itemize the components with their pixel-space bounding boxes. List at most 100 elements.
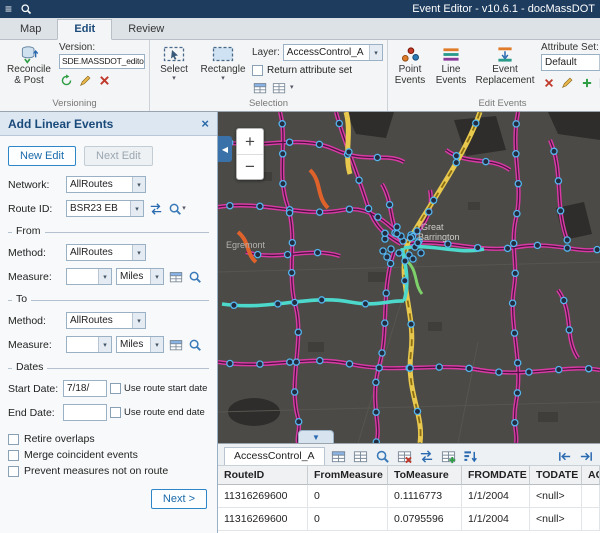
- return-attribute-set-checkbox[interactable]: [252, 65, 263, 76]
- dates-section-label: Dates: [12, 361, 47, 373]
- from-method-select[interactable]: AllRoutes ▾: [66, 244, 146, 261]
- selection-more-dropdown-icon[interactable]: ▾: [290, 84, 294, 91]
- group-label-edit-events: Edit Events: [388, 98, 600, 111]
- group-label-selection: Selection: [150, 98, 387, 111]
- prevent-measures-checkbox[interactable]: [8, 466, 19, 477]
- to-unit-value: Miles: [117, 339, 150, 350]
- rectangle-dropdown-icon[interactable]: ▾: [221, 75, 225, 82]
- column-header-routeid[interactable]: RouteID: [218, 466, 308, 485]
- use-route-start-date-checkbox[interactable]: [110, 383, 121, 394]
- selection-options-icon[interactable]: [271, 80, 286, 95]
- to-measure-label: Measure:: [8, 339, 62, 351]
- from-unit-select[interactable]: Miles ▾: [116, 268, 164, 285]
- delete-version-icon[interactable]: [97, 73, 112, 88]
- tab-edit[interactable]: Edit: [57, 19, 112, 40]
- ribbon-group-versioning: Reconcile & Post Version: SDE.MASSDOT_ed…: [0, 40, 150, 111]
- show-all-records-icon[interactable]: [353, 447, 369, 465]
- line-events-icon: [441, 44, 461, 64]
- return-attribute-set-label: Return attribute set: [267, 65, 352, 76]
- version-input[interactable]: SDE.MASSDOT_editor1: [59, 54, 145, 69]
- tab-review[interactable]: Review: [112, 20, 180, 39]
- dropdown-arrow-icon: ▾: [369, 45, 382, 60]
- merge-coincident-events-checkbox[interactable]: [8, 450, 19, 461]
- to-section-label: To: [12, 293, 31, 305]
- zoom-to-selection-icon[interactable]: [375, 447, 391, 465]
- sort-ascending-icon[interactable]: [463, 447, 479, 465]
- next-edit-button[interactable]: Next Edit: [84, 146, 153, 166]
- tab-map[interactable]: Map: [4, 20, 57, 39]
- to-measure-select[interactable]: ▾: [66, 336, 112, 353]
- collapse-table-button[interactable]: ▼: [298, 430, 334, 443]
- show-selected-records-icon[interactable]: [331, 447, 347, 465]
- map-view[interactable]: Egremont Great Barrington + − ◀ ▼: [218, 112, 600, 443]
- column-header-ac[interactable]: AC: [582, 466, 600, 485]
- cell-routeid: 11316269600: [218, 485, 308, 508]
- version-label: Version:: [59, 42, 145, 53]
- app-title: Event Editor - v10.6.1 - docMassDOT: [412, 3, 595, 15]
- rectangle-tool-icon: [212, 44, 234, 64]
- next-button[interactable]: Next >: [151, 489, 207, 509]
- new-edit-button[interactable]: New Edit: [8, 146, 76, 166]
- close-panel-icon[interactable]: ×: [201, 116, 209, 131]
- edit-attribute-set-icon[interactable]: [560, 75, 575, 90]
- new-attribute-set-icon[interactable]: [579, 75, 594, 90]
- line-events-button[interactable]: Line Events: [433, 42, 469, 86]
- dropdown-arrow-icon: ▾: [132, 313, 145, 328]
- to-method-select[interactable]: AllRoutes ▾: [66, 312, 146, 329]
- event-replacement-label: Event Replacement: [476, 64, 535, 86]
- last-record-icon[interactable]: [578, 447, 594, 465]
- table-tab-accesscontrol[interactable]: AccessControl_A: [224, 447, 325, 465]
- attribute-set-select[interactable]: Default ▾: [541, 54, 600, 71]
- to-unit-select[interactable]: Miles ▾: [116, 336, 164, 353]
- zoom-in-button[interactable]: +: [237, 129, 263, 154]
- map-canvas: Egremont Great Barrington: [218, 112, 600, 443]
- from-measure-zoom-icon[interactable]: [187, 269, 202, 284]
- map-label-great: Great: [421, 222, 444, 232]
- add-records-icon[interactable]: [441, 447, 457, 465]
- to-measure-zoom-icon[interactable]: [187, 337, 202, 352]
- edit-version-icon[interactable]: [78, 73, 93, 88]
- collapse-panel-left-button[interactable]: ◀: [218, 136, 232, 162]
- to-measure-table-icon[interactable]: [168, 337, 183, 352]
- reconcile-post-button[interactable]: Reconcile & Post: [4, 42, 54, 86]
- end-date-input[interactable]: [63, 404, 107, 421]
- table-row[interactable]: 11316269600 0 0.0795596 1/1/2004 <null>: [218, 508, 600, 531]
- zoom-out-button[interactable]: −: [237, 154, 263, 179]
- route-id-select[interactable]: BSR23 EB ▾: [66, 200, 144, 217]
- table-row[interactable]: 11316269600 0 0.1116773 1/1/2004 <null>: [218, 485, 600, 508]
- retire-overlaps-checkbox[interactable]: [8, 434, 19, 445]
- use-route-start-date-label: Use route start date: [124, 383, 207, 394]
- from-measure-table-icon[interactable]: [168, 269, 183, 284]
- refresh-version-icon[interactable]: [59, 73, 74, 88]
- select-tool-button[interactable]: Select ▾: [154, 42, 194, 82]
- column-header-todate[interactable]: TODATE: [530, 466, 582, 485]
- selectable-layers-icon[interactable]: [252, 80, 267, 95]
- attribute-set-label: Attribute Set:: [541, 42, 600, 53]
- switch-selection-icon[interactable]: [419, 447, 435, 465]
- event-editor-window: ≡ Event Editor - v10.6.1 - docMassDOT Ma…: [0, 0, 600, 533]
- group-label-versioning: Versioning: [0, 98, 149, 111]
- use-route-end-date-checkbox[interactable]: [110, 407, 121, 418]
- first-record-icon[interactable]: [556, 447, 572, 465]
- column-header-tomeasure[interactable]: ToMeasure: [388, 466, 462, 485]
- search-globe-icon[interactable]: [20, 3, 32, 15]
- route-picker-icon[interactable]: [148, 201, 163, 216]
- from-method-label: Method:: [8, 247, 62, 259]
- network-select[interactable]: AllRoutes ▾: [66, 176, 146, 193]
- route-zoom-icon[interactable]: ▾: [167, 201, 187, 216]
- start-date-input[interactable]: 7/18/: [63, 380, 107, 397]
- column-header-fromdate[interactable]: FROMDATE: [462, 466, 530, 485]
- select-dropdown-icon[interactable]: ▾: [172, 75, 176, 82]
- rectangle-tool-button[interactable]: Rectangle ▾: [199, 42, 247, 82]
- column-header-frommeasure[interactable]: FromMeasure: [308, 466, 388, 485]
- network-select-value: AllRoutes: [67, 179, 132, 190]
- clear-attribute-set-icon[interactable]: [541, 75, 556, 90]
- reconcile-post-label: Reconcile & Post: [6, 64, 52, 86]
- layer-select[interactable]: AccessControl_A ▾: [283, 44, 383, 61]
- zoom-control: + −: [236, 128, 264, 180]
- menu-icon[interactable]: ≡: [5, 0, 12, 18]
- point-events-button[interactable]: Point Events: [392, 42, 428, 86]
- event-replacement-button[interactable]: Event Replacement: [474, 42, 536, 86]
- clear-selection-icon[interactable]: [397, 447, 413, 465]
- from-measure-select[interactable]: ▾: [66, 268, 112, 285]
